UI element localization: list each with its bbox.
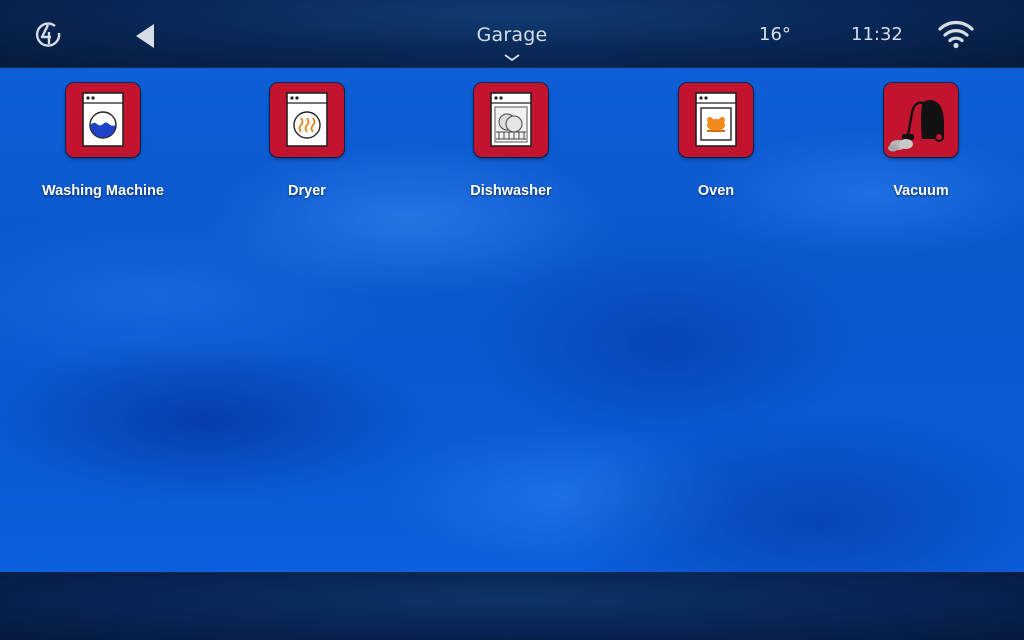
oven-icon bbox=[695, 92, 737, 147]
back-arrow-icon[interactable] bbox=[133, 22, 157, 50]
dishwasher-button[interactable] bbox=[474, 83, 548, 157]
page-title[interactable]: Garage bbox=[477, 24, 548, 46]
oven-button[interactable] bbox=[679, 83, 753, 157]
vacuum-button[interactable] bbox=[884, 83, 958, 157]
device-grid: Washing Machine Dryer Dishwasher Oven Va… bbox=[0, 68, 1024, 572]
device-tile-vacuum[interactable]: Vacuum bbox=[826, 83, 1016, 199]
device-label: Dryer bbox=[288, 183, 326, 199]
device-tile-washing-machine[interactable]: Washing Machine bbox=[8, 83, 198, 199]
washing-machine-button[interactable] bbox=[66, 83, 140, 157]
chevron-down-icon[interactable] bbox=[503, 47, 521, 62]
device-tile-dryer[interactable]: Dryer bbox=[212, 83, 402, 199]
top-bar: Garage 16° 11:32 bbox=[0, 0, 1024, 68]
temperature-readout: 16° bbox=[759, 24, 791, 45]
washing-machine-icon bbox=[82, 92, 124, 147]
device-label: Vacuum bbox=[893, 183, 949, 199]
device-label: Washing Machine bbox=[42, 183, 164, 199]
vacuum-icon bbox=[888, 100, 944, 152]
app-logo-icon[interactable] bbox=[33, 20, 63, 50]
dryer-icon bbox=[286, 92, 328, 147]
device-tile-dishwasher[interactable]: Dishwasher bbox=[416, 83, 606, 199]
device-label: Oven bbox=[697, 183, 735, 199]
dishwasher-icon bbox=[490, 92, 532, 147]
wifi-icon[interactable] bbox=[937, 18, 975, 50]
dryer-button[interactable] bbox=[270, 83, 344, 157]
device-tile-oven[interactable]: Oven bbox=[621, 83, 811, 199]
bottom-bar bbox=[0, 572, 1024, 640]
device-label: Dishwasher bbox=[470, 183, 552, 199]
clock-readout: 11:32 bbox=[851, 24, 903, 45]
